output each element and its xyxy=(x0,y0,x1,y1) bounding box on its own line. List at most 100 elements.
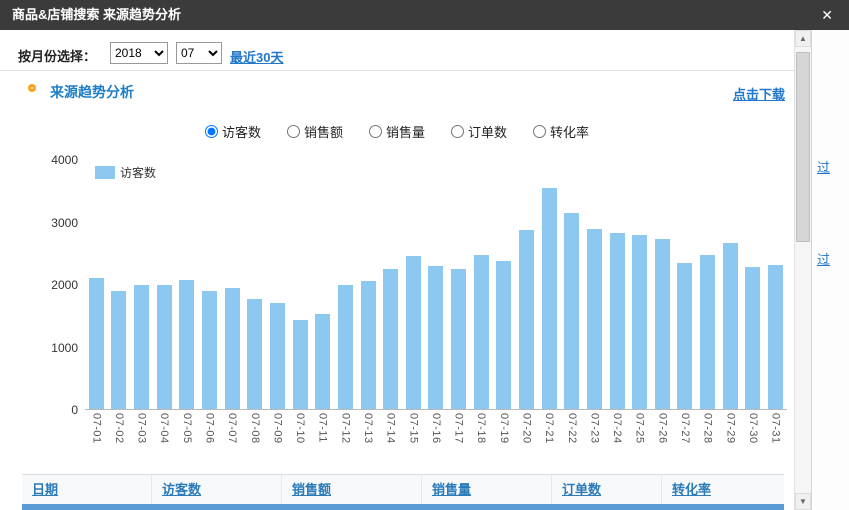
bar-slot xyxy=(515,160,538,409)
bar-slot xyxy=(379,160,402,409)
x-tick-slot: 07-11 xyxy=(311,413,334,467)
x-tick-label: 07-21 xyxy=(543,413,555,467)
bar-07-02 xyxy=(111,291,126,409)
x-tick-label: 07-14 xyxy=(385,413,397,467)
x-tick-slot: 07-21 xyxy=(538,413,561,467)
bar-07-07 xyxy=(225,288,240,409)
x-tick-label: 07-06 xyxy=(204,413,216,467)
x-tick-slot: 07-25 xyxy=(628,413,651,467)
x-tick-label: 07-27 xyxy=(679,413,691,467)
x-tick-label: 07-29 xyxy=(724,413,736,467)
clipped-link-fragment[interactable]: 过 xyxy=(817,249,830,268)
bar-chart-plot xyxy=(85,160,787,410)
clipped-link-fragment[interactable]: 过 xyxy=(817,157,830,176)
x-tick-label: 07-20 xyxy=(520,413,532,467)
bar-slot xyxy=(334,160,357,409)
x-tick-slot: 07-02 xyxy=(108,413,131,467)
x-tick-slot: 07-05 xyxy=(176,413,199,467)
month-select[interactable]: 07 xyxy=(176,42,222,64)
bar-07-28 xyxy=(700,255,715,409)
bar-slot xyxy=(674,160,697,409)
column-header-date[interactable]: 日期 xyxy=(22,475,152,505)
metric-radio-group: 访客数 销售额 销售量 订单数 转化率 xyxy=(0,122,794,141)
x-tick-slot: 07-10 xyxy=(289,413,312,467)
column-header-orders[interactable]: 订单数 xyxy=(552,475,662,505)
x-tick-label: 07-24 xyxy=(611,413,623,467)
x-tick-label: 07-22 xyxy=(566,413,578,467)
bar-07-21 xyxy=(542,188,557,409)
x-tick-label: 07-19 xyxy=(498,413,510,467)
recent-30-days-link[interactable]: 最近30天 xyxy=(230,47,283,66)
x-tick-slot: 07-18 xyxy=(470,413,493,467)
metric-option-orders[interactable]: 订单数 xyxy=(451,122,507,141)
bar-slot xyxy=(85,160,108,409)
bar-slot xyxy=(221,160,244,409)
bar-slot xyxy=(470,160,493,409)
download-link[interactable]: 点击下载 xyxy=(733,84,785,103)
bar-slot xyxy=(628,160,651,409)
bar-07-05 xyxy=(179,280,194,409)
bar-07-20 xyxy=(519,230,534,409)
radio-visitors[interactable] xyxy=(205,125,218,138)
vertical-scrollbar[interactable]: ▲ ▼ xyxy=(794,30,811,510)
bar-07-09 xyxy=(270,303,285,409)
scroll-up-icon[interactable]: ▲ xyxy=(795,30,811,47)
x-tick-slot: 07-14 xyxy=(379,413,402,467)
close-icon[interactable]: ✕ xyxy=(821,0,833,30)
metric-option-sales-amount[interactable]: 销售额 xyxy=(287,122,343,141)
column-header-visitors[interactable]: 访客数 xyxy=(152,475,282,505)
background-page-area: 过 过 xyxy=(811,30,849,510)
x-tick-slot: 07-07 xyxy=(221,413,244,467)
scroll-down-icon[interactable]: ▼ xyxy=(795,493,811,510)
x-tick-slot: 07-30 xyxy=(742,413,765,467)
radio-sales-volume[interactable] xyxy=(369,125,382,138)
column-header-conversion[interactable]: 转化率 xyxy=(662,475,784,505)
x-tick-label: 07-08 xyxy=(249,413,261,467)
column-header-sales-volume[interactable]: 销售量 xyxy=(422,475,552,505)
bar-series xyxy=(85,160,787,409)
bar-07-03 xyxy=(134,285,149,410)
section-bullet-icon xyxy=(28,84,36,92)
x-tick-label: 07-17 xyxy=(453,413,465,467)
x-tick-slot: 07-16 xyxy=(425,413,448,467)
bar-slot xyxy=(764,160,787,409)
x-tick-label: 07-12 xyxy=(339,413,351,467)
x-tick-label: 07-18 xyxy=(475,413,487,467)
year-select[interactable]: 2018 xyxy=(110,42,168,64)
radio-orders[interactable] xyxy=(451,125,464,138)
scrollbar-thumb[interactable] xyxy=(796,52,810,242)
bar-07-30 xyxy=(745,267,760,409)
x-tick-slot: 07-22 xyxy=(560,413,583,467)
bar-slot xyxy=(266,160,289,409)
bar-07-01 xyxy=(89,278,104,409)
y-tick-label: 1000 xyxy=(51,341,78,355)
dialog-titlebar: 商品&店铺搜索 来源趋势分析 ✕ xyxy=(0,0,849,30)
divider xyxy=(0,70,794,71)
y-tick-label: 2000 xyxy=(51,278,78,292)
bar-slot xyxy=(583,160,606,409)
y-tick-label: 4000 xyxy=(51,153,78,167)
bar-07-24 xyxy=(610,233,625,409)
x-tick-slot: 07-27 xyxy=(674,413,697,467)
metric-option-conversion[interactable]: 转化率 xyxy=(533,122,589,141)
bar-07-04 xyxy=(157,285,172,410)
x-tick-slot: 07-04 xyxy=(153,413,176,467)
bar-slot xyxy=(357,160,380,409)
x-tick-label: 07-01 xyxy=(90,413,102,467)
metric-option-sales-volume[interactable]: 销售量 xyxy=(369,122,425,141)
bar-07-25 xyxy=(632,235,647,409)
bar-slot xyxy=(289,160,312,409)
x-tick-slot: 07-24 xyxy=(606,413,629,467)
bar-slot xyxy=(311,160,334,409)
x-tick-label: 07-04 xyxy=(158,413,170,467)
metric-option-visitors[interactable]: 访客数 xyxy=(205,122,261,141)
bar-07-06 xyxy=(202,291,217,409)
x-tick-label: 07-13 xyxy=(362,413,374,467)
x-tick-label: 07-05 xyxy=(181,413,193,467)
radio-conversion[interactable] xyxy=(533,125,546,138)
bar-slot xyxy=(538,160,561,409)
radio-sales-amount[interactable] xyxy=(287,125,300,138)
y-axis-labels: 01000200030004000 xyxy=(0,160,78,410)
column-header-sales-amount[interactable]: 销售额 xyxy=(282,475,422,505)
x-tick-label: 07-23 xyxy=(588,413,600,467)
